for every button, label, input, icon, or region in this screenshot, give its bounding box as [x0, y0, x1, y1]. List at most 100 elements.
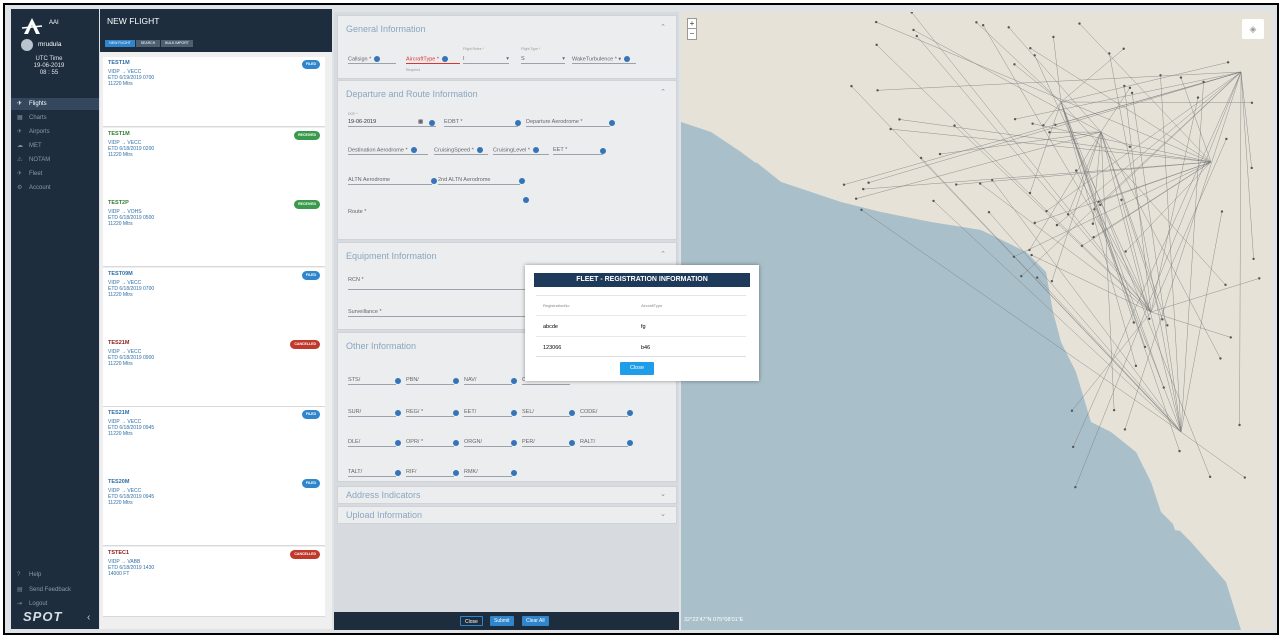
tab-bulk-import[interactable]: BULK IMPORT — [161, 40, 193, 47]
info-icon[interactable] — [511, 378, 517, 384]
zoom-out-button[interactable]: − — [688, 29, 696, 39]
departure-aerodrome-field[interactable]: Departure Aerodrome * — [526, 119, 615, 127]
flight-card[interactable]: TEST09M VIDP → VECC ETD 6/18/2019 0700 1122… — [103, 268, 325, 338]
flight-card[interactable]: TEST2P VIDP → VOHS ETD 6/18/2019 0500 11220… — [103, 197, 325, 267]
other-info-field[interactable]: PER/ — [522, 439, 575, 447]
sidebar-item-flights[interactable]: ✈ Flights — [11, 98, 99, 110]
avatar[interactable] — [21, 39, 33, 51]
info-icon[interactable] — [476, 147, 483, 153]
section-title[interactable]: Other Information — [346, 341, 416, 351]
sidebar-item-notam[interactable]: ⚠ NOTAM — [11, 154, 99, 166]
info-icon[interactable] — [374, 56, 381, 62]
sidebar-item-met[interactable]: ☁ MET — [11, 140, 99, 152]
info-icon[interactable] — [569, 440, 575, 446]
sidebar-item-account[interactable]: ⚙ Account — [11, 182, 99, 194]
info-icon[interactable] — [453, 410, 459, 416]
info-icon[interactable] — [453, 378, 459, 384]
tab-search[interactable]: SEARCH — [136, 40, 160, 47]
other-info-field[interactable]: RALT/ — [580, 439, 633, 447]
info-icon[interactable] — [609, 120, 615, 126]
chevron-down-icon[interactable]: ⌄ — [660, 510, 666, 518]
layers-button[interactable]: ◈ — [1242, 19, 1264, 39]
info-icon[interactable] — [627, 440, 633, 446]
cruising-speed-field[interactable]: CruisingSpeed * — [434, 147, 488, 156]
destination-aerodrome-field[interactable]: Destination Aerodrome * — [348, 147, 428, 156]
info-icon[interactable] — [624, 56, 631, 62]
section-address[interactable]: Address Indicators ⌄ — [337, 486, 677, 504]
section-upload[interactable]: Upload Information ⌄ — [337, 506, 677, 524]
flight-card[interactable]: TEST1M VIDP → VECC ETD 6/18/2019 0200 11220… — [103, 128, 325, 198]
sidebar-item-fleet[interactable]: ✈ Fleet — [11, 168, 99, 180]
eet-field[interactable]: EET * — [553, 147, 606, 155]
info-icon[interactable] — [442, 56, 449, 62]
cruising-level-field[interactable]: CruisingLevel * — [493, 147, 549, 156]
table-row[interactable]: 123066 b46 — [536, 338, 746, 358]
info-icon[interactable] — [453, 470, 459, 476]
calendar-icon[interactable]: ▦ — [418, 119, 423, 125]
other-info-field[interactable]: CODE/ — [580, 409, 633, 417]
other-info-field[interactable]: NAV/ — [464, 377, 517, 385]
collapse-sidebar-button[interactable]: ‹ — [87, 612, 90, 623]
info-icon[interactable] — [600, 148, 606, 154]
info-icon[interactable] — [523, 197, 529, 203]
dof-field[interactable]: 19-06-2019 ▦ — [348, 119, 436, 127]
eobt-field[interactable]: EOBT * — [444, 119, 521, 127]
flight-type-select[interactable]: S ▾ — [521, 56, 565, 64]
map-canvas[interactable] — [681, 12, 1273, 630]
other-info-field[interactable]: TALT/ — [348, 469, 401, 477]
other-info-field[interactable]: SEL/ — [522, 409, 575, 417]
info-icon[interactable] — [395, 410, 401, 416]
info-icon[interactable] — [627, 410, 633, 416]
chevron-down-icon[interactable]: ⌄ — [660, 490, 666, 498]
tab-new-flight[interactable]: NEW FLIGHT — [105, 40, 135, 47]
sidebar-item-feedback[interactable]: ▤ Send Feedback — [11, 584, 99, 596]
info-icon[interactable] — [395, 440, 401, 446]
submit-button[interactable]: Submit — [490, 616, 514, 626]
other-info-field[interactable]: STS/ — [348, 377, 401, 385]
flight-card[interactable]: TES21M VIDP → VECC ETD 6/18/2019 0900 11220… — [103, 337, 325, 407]
flight-card[interactable]: TES20M VIDP → VECC ETD 6/18/2019 0945 11220… — [103, 476, 325, 546]
info-icon[interactable] — [511, 470, 517, 476]
info-icon[interactable] — [515, 120, 521, 126]
modal-close-button[interactable]: Close — [620, 362, 654, 375]
info-icon[interactable] — [395, 470, 401, 476]
info-icon[interactable] — [569, 410, 575, 416]
flight-card[interactable]: TEST1M VIDP → VECC ETD 6/19/2019 0700 11220… — [103, 57, 325, 127]
section-title[interactable]: Equipment Information — [346, 251, 437, 261]
other-info-field[interactable]: ORGN/ — [464, 439, 517, 447]
other-info-field[interactable]: OPR/ * — [406, 439, 459, 447]
info-icon[interactable] — [533, 147, 539, 153]
flight-rules-select[interactable]: I ▾ — [463, 56, 509, 64]
section-title[interactable]: General Information — [346, 24, 426, 34]
chevron-up-icon[interactable]: ⌃ — [660, 250, 666, 258]
flight-card[interactable]: TSTEC1 VIDP → VABB ETD 6/18/2019 1430 14000… — [103, 547, 325, 617]
callsign-field[interactable]: Callsign * — [348, 56, 396, 65]
section-title[interactable]: Departure and Route Information — [346, 89, 478, 99]
other-info-field[interactable]: RIF/ — [406, 469, 459, 477]
section-title[interactable]: Address Indicators — [346, 490, 421, 500]
second-altn-aerodrome-field[interactable]: 2nd ALTN Aerodrome — [438, 177, 525, 185]
info-icon[interactable] — [519, 178, 525, 184]
other-info-field[interactable]: SUR/ — [348, 409, 401, 417]
info-icon[interactable] — [511, 410, 517, 416]
altn-aerodrome-field[interactable]: ALTN Aerodrome — [348, 177, 437, 185]
map-view[interactable] — [681, 12, 1273, 630]
wake-turbulence-select[interactable]: WakeTurbulence * ▾ — [572, 56, 636, 65]
other-info-field[interactable]: PBN/ — [406, 377, 459, 385]
chevron-up-icon[interactable]: ⌃ — [660, 88, 666, 96]
other-info-field[interactable]: REG/ * — [406, 409, 459, 417]
sidebar-item-charts[interactable]: ▦ Charts — [11, 112, 99, 124]
info-icon[interactable] — [511, 440, 517, 446]
section-title[interactable]: Upload Information — [346, 510, 422, 520]
info-icon[interactable] — [429, 120, 435, 126]
other-info-field[interactable]: RMK/ — [464, 469, 517, 477]
sidebar-item-airports[interactable]: ✈ Airports — [11, 126, 99, 138]
other-info-field[interactable]: EET/ — [464, 409, 517, 417]
chevron-up-icon[interactable]: ⌃ — [660, 23, 666, 31]
info-icon[interactable] — [395, 378, 401, 384]
flight-card[interactable]: TES21M VIDP → VECC ETD 6/18/2019 0945 11220… — [103, 407, 325, 477]
route-field[interactable]: Route * — [348, 209, 666, 216]
aircraft-type-field[interactable]: AircraftType * — [406, 56, 460, 65]
zoom-in-button[interactable]: + — [688, 19, 696, 29]
info-icon[interactable] — [453, 440, 459, 446]
